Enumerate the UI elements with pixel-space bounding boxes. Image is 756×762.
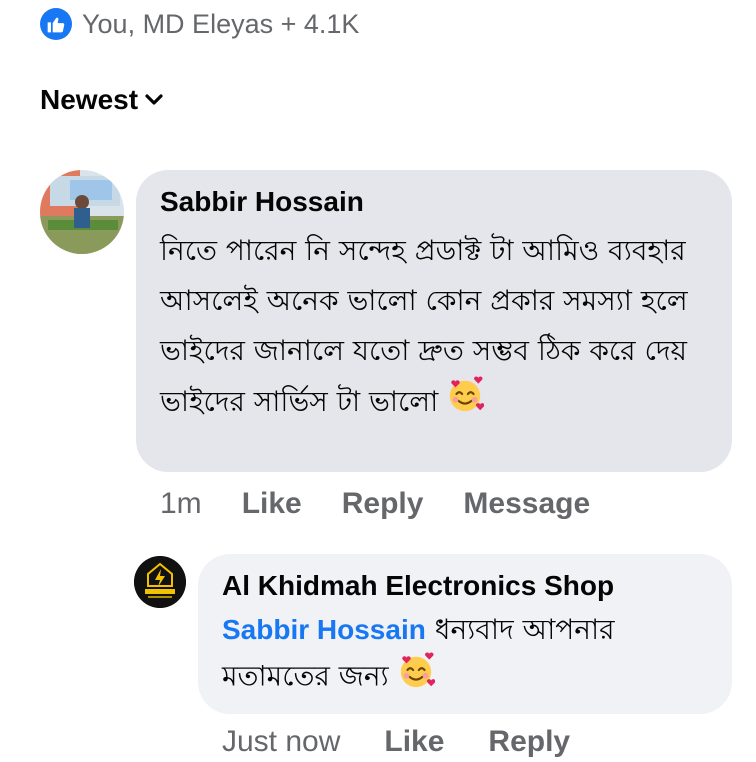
comment-actions: 1m Like Reply Message	[160, 484, 630, 524]
avatar[interactable]	[40, 170, 124, 254]
reply-timestamp: Just now	[222, 725, 341, 758]
reply-button[interactable]: Reply	[342, 487, 424, 521]
reply-actions: Just now Like Reply	[222, 722, 614, 762]
reply-text: Sabbir Hossain ধন্যবাদ আপনার মতামতের জন্…	[222, 608, 712, 703]
comment-body: নিতে পারেন নি সন্দেহ প্রডাক্ট টা আমিও ব্…	[160, 234, 688, 418]
page-avatar[interactable]	[134, 556, 186, 608]
sort-label: Newest	[40, 84, 139, 115]
mention-link[interactable]: Sabbir Hossain	[222, 614, 426, 645]
comment-author[interactable]: Sabbir Hossain	[160, 186, 364, 218]
comment-text: নিতে পারেন নি সন্দেহ প্রডাক্ট টা আমিও ব্…	[160, 226, 720, 430]
reactions-count: You, MD Eleyas + 4.1K	[82, 8, 360, 39]
comment-timestamp: 1m	[160, 487, 202, 520]
smiling-face-with-hearts-icon	[446, 376, 485, 430]
reply-author[interactable]: Al Khidmah Electronics Shop	[222, 570, 614, 602]
like-button[interactable]: Like	[242, 487, 302, 521]
smiling-face-with-hearts-icon	[397, 652, 436, 703]
sort-dropdown[interactable]: Newest	[40, 84, 164, 116]
reactions-summary[interactable]: You, MD Eleyas + 4.1K	[40, 6, 359, 42]
reply-like-button[interactable]: Like	[384, 725, 444, 759]
chevron-down-icon	[144, 93, 164, 107]
like-icon	[40, 8, 72, 40]
reply-reply-button[interactable]: Reply	[488, 725, 570, 759]
message-button[interactable]: Message	[463, 487, 590, 521]
